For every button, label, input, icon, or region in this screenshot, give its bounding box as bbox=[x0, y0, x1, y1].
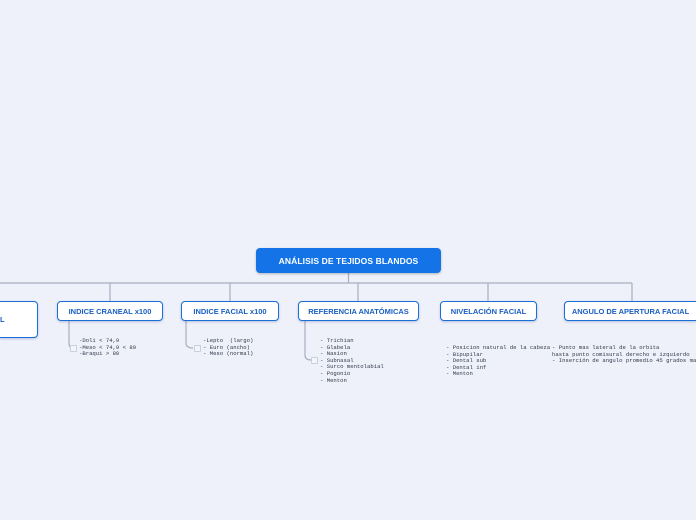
mind-map-canvas: ANÁLISIS DE TEJIDOS BLANDOS L INDICE CRA… bbox=[0, 0, 696, 520]
note-connector-referencia bbox=[304, 320, 312, 361]
topic-note: -Doli < 74,9 -Meso < 74,9 < 80 -Braqui >… bbox=[79, 337, 137, 358]
topic-label: ANGULO DE APERTURA FACIAL bbox=[571, 306, 690, 316]
note-icon[interactable] bbox=[70, 345, 77, 352]
topic-note: -Lepto (largo) - Euro (ancho) - Meso (no… bbox=[203, 337, 254, 358]
topic-label: L bbox=[0, 315, 5, 324]
topic-label: REFERENCIA ANATÓMICAS bbox=[308, 306, 409, 316]
central-topic[interactable]: ANÁLISIS DE TEJIDOS BLANDOS bbox=[256, 248, 441, 273]
topic-nivelacion-facial[interactable]: NIVELACIÓN FACIAL bbox=[440, 301, 537, 321]
topic-referencia-anatomicas[interactable]: REFERENCIA ANATÓMICAS bbox=[298, 301, 419, 321]
topic-note: - Punto mas lateral de la orbita hasta p… bbox=[552, 344, 696, 365]
topic-note: - Trichian - Glabela - Nasion - Subnasal… bbox=[320, 337, 384, 384]
note-connector-facial bbox=[185, 320, 194, 349]
note-connector-craneal bbox=[68, 320, 74, 349]
topic-angulo-apertura[interactable]: ANGULO DE APERTURA FACIAL bbox=[564, 301, 696, 321]
topic-label: NIVELACIÓN FACIAL bbox=[450, 306, 527, 316]
topic-note: - Posicion natural de la cabeza - Bipupi… bbox=[446, 344, 551, 378]
topic-label: INDICE FACIAL x100 bbox=[193, 306, 267, 316]
topic-indice-craneal[interactable]: INDICE CRANEAL x100 bbox=[57, 301, 163, 321]
note-icon[interactable] bbox=[194, 345, 201, 352]
topic-edge-left[interactable]: L bbox=[0, 301, 38, 338]
note-icon[interactable] bbox=[311, 357, 318, 364]
topic-indice-facial[interactable]: INDICE FACIAL x100 bbox=[181, 301, 279, 321]
topic-label: INDICE CRANEAL x100 bbox=[68, 306, 152, 316]
